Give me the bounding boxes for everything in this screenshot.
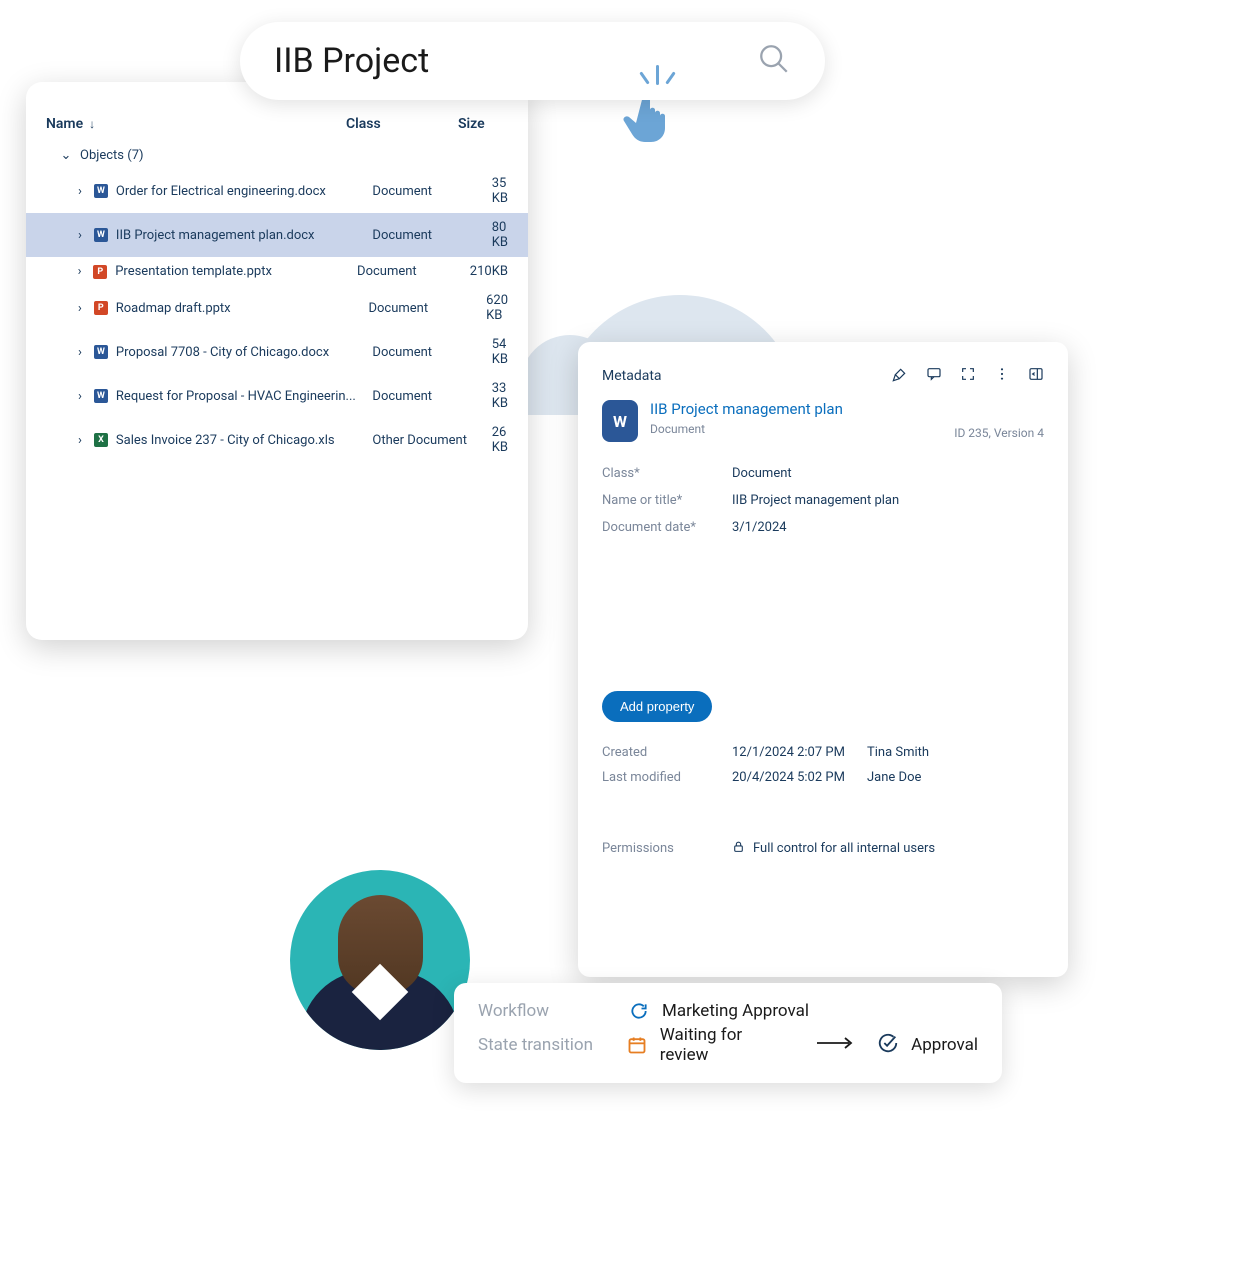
file-list-panel: Name ↓ Class Size ⌄ Objects (7) › W Order …: [26, 82, 528, 640]
file-class: Document: [372, 389, 483, 404]
collapse-panel-icon[interactable]: [1028, 366, 1044, 386]
file-class: Document: [368, 301, 478, 316]
file-row[interactable]: › W IIB Project management plan.docx Docume…: [26, 213, 528, 257]
chevron-right-icon: ›: [74, 345, 86, 360]
arrow-right-icon: [815, 1035, 855, 1056]
avatar: [290, 870, 470, 1050]
file-row[interactable]: › W Request for Proposal - HVAC Engineerin…: [26, 374, 528, 418]
file-name: IIB Project management plan.docx: [116, 228, 365, 243]
check-circle-icon: [877, 1032, 899, 1059]
doc-title[interactable]: IIB Project management plan: [650, 400, 843, 418]
file-row[interactable]: › W Order for Electrical engineering.docx D…: [26, 169, 528, 213]
file-name: Roadmap draft.pptx: [116, 301, 361, 316]
file-row[interactable]: › P Presentation template.pptx Document 210K…: [26, 257, 528, 286]
search-query[interactable]: IIB Project: [274, 41, 627, 81]
chevron-right-icon: ›: [74, 301, 86, 316]
word-file-icon: W: [94, 345, 108, 359]
word-file-icon: W: [94, 389, 108, 403]
more-icon[interactable]: [994, 366, 1010, 386]
calendar-icon: [626, 1035, 648, 1055]
col-name-header[interactable]: Name ↓: [46, 116, 346, 132]
file-class: Document: [372, 345, 483, 360]
metadata-panel-title: Metadata: [602, 368, 662, 384]
refresh-icon: [628, 1001, 650, 1021]
xls-file-icon: X: [94, 433, 108, 447]
file-size: 54 KB: [492, 337, 508, 367]
file-size: 35 KB: [492, 176, 508, 206]
file-class: Other Document: [372, 433, 483, 448]
state-transition-row: State transition Waiting for review Appr…: [478, 1025, 978, 1065]
chevron-down-icon: ⌄: [60, 148, 72, 163]
field-name[interactable]: Name or title* IIB Project management pl…: [602, 487, 1044, 514]
ppt-file-icon: P: [93, 265, 107, 279]
audit-modified: Last modified 20/4/2024 5:02 PM Jane Doe: [602, 765, 1044, 790]
add-property-button[interactable]: Add property: [602, 691, 712, 722]
doc-type-label: Document: [650, 422, 843, 436]
chevron-right-icon: ›: [74, 228, 86, 243]
search-bar[interactable]: IIB Project: [240, 22, 825, 100]
file-class: Document: [357, 264, 462, 279]
click-burst-icon: [627, 37, 687, 85]
word-file-icon: W: [94, 184, 108, 198]
col-size-header[interactable]: Size: [458, 116, 508, 132]
file-size: 210KB: [470, 264, 508, 279]
file-row[interactable]: › W Proposal 7708 - City of Chicago.docx Do…: [26, 330, 528, 374]
chevron-right-icon: ›: [74, 389, 86, 404]
file-size: 80 KB: [492, 220, 508, 250]
lock-icon: [732, 840, 745, 857]
file-class: Document: [372, 184, 483, 199]
col-class-header[interactable]: Class: [346, 116, 458, 132]
file-size: 26 KB: [492, 425, 508, 455]
field-date[interactable]: Document date* 3/1/2024: [602, 514, 1044, 541]
chevron-right-icon: ›: [74, 433, 86, 448]
permissions-row[interactable]: Permissions Full control for all interna…: [602, 840, 1044, 857]
file-row[interactable]: › P Roadmap draft.pptx Document 620 KB: [26, 286, 528, 330]
comment-icon[interactable]: [926, 366, 942, 386]
chevron-right-icon: ›: [74, 264, 85, 279]
file-name: Presentation template.pptx: [115, 264, 349, 279]
file-group-row[interactable]: ⌄ Objects (7): [26, 142, 528, 169]
file-name: Request for Proposal - HVAC Engineerin..…: [116, 389, 365, 404]
field-class[interactable]: Class* Document: [602, 460, 1044, 487]
file-row[interactable]: › X Sales Invoice 237 - City of Chicago.xl…: [26, 418, 528, 462]
file-name: Order for Electrical engineering.docx: [116, 184, 365, 199]
ppt-file-icon: P: [94, 301, 108, 315]
fullscreen-icon[interactable]: [960, 366, 976, 386]
audit-created: Created 12/1/2024 2:07 PM Tina Smith: [602, 740, 1044, 765]
pin-icon[interactable]: [892, 366, 908, 386]
word-file-icon: W: [94, 228, 108, 242]
doc-id-version: ID 235, Version 4: [954, 426, 1044, 442]
chevron-right-icon: ›: [74, 184, 86, 199]
file-size: 33 KB: [492, 381, 508, 411]
file-list-header: Name ↓ Class Size: [26, 104, 528, 142]
file-name: Sales Invoice 237 - City of Chicago.xls: [116, 433, 365, 448]
sort-arrow-icon: ↓: [89, 117, 95, 131]
file-class: Document: [372, 228, 483, 243]
metadata-panel: Metadata W IIB Project management plan D…: [578, 342, 1068, 977]
workflow-row: Workflow Marketing Approval: [478, 1001, 978, 1021]
search-icon[interactable]: [757, 42, 791, 80]
file-name: Proposal 7708 - City of Chicago.docx: [116, 345, 365, 360]
file-size: 620 KB: [486, 293, 508, 323]
workflow-card: Workflow Marketing Approval State transi…: [454, 983, 1002, 1083]
word-doc-icon: W: [602, 400, 638, 442]
